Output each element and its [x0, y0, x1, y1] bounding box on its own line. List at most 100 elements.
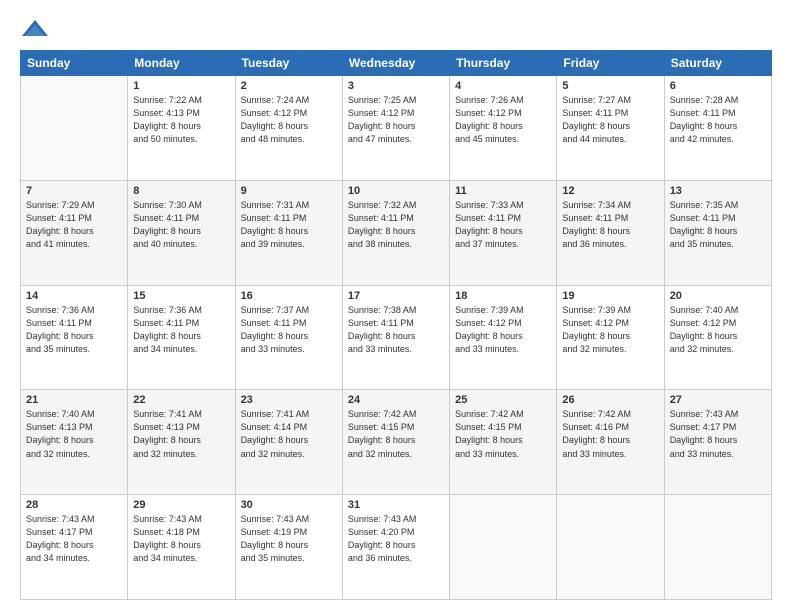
calendar-cell — [664, 495, 771, 600]
day-header-friday: Friday — [557, 51, 664, 76]
header — [20, 18, 772, 40]
cell-info: Sunrise: 7:42 AM Sunset: 4:16 PM Dayligh… — [562, 408, 658, 460]
calendar-cell — [450, 495, 557, 600]
day-number: 27 — [670, 394, 766, 406]
calendar-cell: 15 Sunrise: 7:36 AM Sunset: 4:11 PM Dayli… — [128, 285, 235, 390]
day-number: 22 — [133, 394, 229, 406]
day-number: 24 — [348, 394, 444, 406]
day-number: 14 — [26, 290, 122, 302]
day-header-saturday: Saturday — [664, 51, 771, 76]
calendar-cell: 22 Sunrise: 7:41 AM Sunset: 4:13 PM Dayli… — [128, 390, 235, 495]
day-number: 10 — [348, 185, 444, 197]
day-number: 2 — [241, 80, 337, 92]
day-number: 20 — [670, 290, 766, 302]
calendar-cell: 6 Sunrise: 7:28 AM Sunset: 4:11 PM Daylig… — [664, 76, 771, 181]
cell-info: Sunrise: 7:27 AM Sunset: 4:11 PM Dayligh… — [562, 94, 658, 146]
day-number: 12 — [562, 185, 658, 197]
calendar-cell: 23 Sunrise: 7:41 AM Sunset: 4:14 PM Dayli… — [235, 390, 342, 495]
page: SundayMondayTuesdayWednesdayThursdayFrid… — [0, 0, 792, 612]
calendar-cell: 3 Sunrise: 7:25 AM Sunset: 4:12 PM Daylig… — [342, 76, 449, 181]
calendar-week-5: 28 Sunrise: 7:43 AM Sunset: 4:17 PM Dayli… — [21, 495, 772, 600]
day-number: 8 — [133, 185, 229, 197]
day-number: 13 — [670, 185, 766, 197]
day-header-monday: Monday — [128, 51, 235, 76]
calendar-cell: 18Sunrise: 7:39 AM Sunset: 4:12 PM Dayli… — [450, 285, 557, 390]
day-number: 11 — [455, 185, 551, 197]
day-header-tuesday: Tuesday — [235, 51, 342, 76]
calendar-cell: 30 Sunrise: 7:43 AM Sunset: 4:19 PM Dayli… — [235, 495, 342, 600]
calendar-week-1: 1 Sunrise: 7:22 AM Sunset: 4:13 PM Daylig… — [21, 76, 772, 181]
calendar-cell: 27 Sunrise: 7:43 AM Sunset: 4:17 PM Dayli… — [664, 390, 771, 495]
cell-info: Sunrise: 7:34 AM Sunset: 4:11 PM Dayligh… — [562, 199, 658, 251]
cell-info: Sunrise: 7:25 AM Sunset: 4:12 PM Dayligh… — [348, 94, 444, 146]
logo-icon — [20, 18, 50, 40]
calendar-cell: 16 Sunrise: 7:37 AM Sunset: 4:11 PM Dayli… — [235, 285, 342, 390]
day-number: 23 — [241, 394, 337, 406]
calendar-cell: 14 Sunrise: 7:36 AM Sunset: 4:11 PM Dayli… — [21, 285, 128, 390]
cell-info: Sunrise: 7:42 AM Sunset: 4:15 PM Dayligh… — [348, 408, 444, 460]
cell-info: Sunrise: 7:43 AM Sunset: 4:18 PM Dayligh… — [133, 513, 229, 565]
calendar-cell: 13 Sunrise: 7:35 AM Sunset: 4:11 PM Dayli… — [664, 180, 771, 285]
calendar-cell: 4Sunrise: 7:26 AM Sunset: 4:12 PM Daylig… — [450, 76, 557, 181]
day-number: 25 — [455, 394, 551, 406]
cell-info: Sunrise: 7:31 AM Sunset: 4:11 PM Dayligh… — [241, 199, 337, 251]
cell-info: Sunrise: 7:40 AM Sunset: 4:13 PM Dayligh… — [26, 408, 122, 460]
day-header-sunday: Sunday — [21, 51, 128, 76]
calendar-week-2: 7 Sunrise: 7:29 AM Sunset: 4:11 PM Daylig… — [21, 180, 772, 285]
calendar-cell: 21 Sunrise: 7:40 AM Sunset: 4:13 PM Dayli… — [21, 390, 128, 495]
day-number: 7 — [26, 185, 122, 197]
cell-info: Sunrise: 7:39 AM Sunset: 4:12 PM Dayligh… — [562, 304, 658, 356]
cell-info: Sunrise: 7:36 AM Sunset: 4:11 PM Dayligh… — [133, 304, 229, 356]
cell-info: Sunrise: 7:22 AM Sunset: 4:13 PM Dayligh… — [133, 94, 229, 146]
day-number: 28 — [26, 499, 122, 511]
cell-info: Sunrise: 7:30 AM Sunset: 4:11 PM Dayligh… — [133, 199, 229, 251]
day-number: 29 — [133, 499, 229, 511]
cell-info: Sunrise: 7:36 AM Sunset: 4:11 PM Dayligh… — [26, 304, 122, 356]
cell-info: Sunrise: 7:41 AM Sunset: 4:14 PM Dayligh… — [241, 408, 337, 460]
cell-info: Sunrise: 7:32 AM Sunset: 4:11 PM Dayligh… — [348, 199, 444, 251]
day-number: 30 — [241, 499, 337, 511]
cell-info: Sunrise: 7:28 AM Sunset: 4:11 PM Dayligh… — [670, 94, 766, 146]
cell-info: Sunrise: 7:29 AM Sunset: 4:11 PM Dayligh… — [26, 199, 122, 251]
calendar-cell: 1 Sunrise: 7:22 AM Sunset: 4:13 PM Daylig… — [128, 76, 235, 181]
day-number: 21 — [26, 394, 122, 406]
calendar-cell: 9 Sunrise: 7:31 AM Sunset: 4:11 PM Daylig… — [235, 180, 342, 285]
calendar-week-3: 14 Sunrise: 7:36 AM Sunset: 4:11 PM Dayli… — [21, 285, 772, 390]
day-number: 6 — [670, 80, 766, 92]
day-number: 1 — [133, 80, 229, 92]
day-number: 15 — [133, 290, 229, 302]
cell-info: Sunrise: 7:33 AM Sunset: 4:11 PM Dayligh… — [455, 199, 551, 251]
day-number: 26 — [562, 394, 658, 406]
calendar-cell: 24 Sunrise: 7:42 AM Sunset: 4:15 PM Dayli… — [342, 390, 449, 495]
cell-info: Sunrise: 7:43 AM Sunset: 4:19 PM Dayligh… — [241, 513, 337, 565]
cell-info: Sunrise: 7:38 AM Sunset: 4:11 PM Dayligh… — [348, 304, 444, 356]
calendar-cell: 11 Sunrise: 7:33 AM Sunset: 4:11 PM Dayli… — [450, 180, 557, 285]
day-number: 3 — [348, 80, 444, 92]
calendar-cell: 19 Sunrise: 7:39 AM Sunset: 4:12 PM Dayli… — [557, 285, 664, 390]
day-number: 5 — [562, 80, 658, 92]
day-header-wednesday: Wednesday — [342, 51, 449, 76]
calendar-cell: 29 Sunrise: 7:43 AM Sunset: 4:18 PM Dayli… — [128, 495, 235, 600]
calendar-cell: 25Sunrise: 7:42 AM Sunset: 4:15 PM Dayli… — [450, 390, 557, 495]
cell-info: Sunrise: 7:37 AM Sunset: 4:11 PM Dayligh… — [241, 304, 337, 356]
calendar-cell: 2Sunrise: 7:24 AM Sunset: 4:12 PM Daylig… — [235, 76, 342, 181]
calendar-cell: 5 Sunrise: 7:27 AM Sunset: 4:11 PM Daylig… — [557, 76, 664, 181]
cell-info: Sunrise: 7:35 AM Sunset: 4:11 PM Dayligh… — [670, 199, 766, 251]
day-number: 31 — [348, 499, 444, 511]
calendar-cell — [557, 495, 664, 600]
day-number: 19 — [562, 290, 658, 302]
calendar-cell: 20Sunrise: 7:40 AM Sunset: 4:12 PM Dayli… — [664, 285, 771, 390]
cell-info: Sunrise: 7:41 AM Sunset: 4:13 PM Dayligh… — [133, 408, 229, 460]
day-number: 9 — [241, 185, 337, 197]
calendar-table: SundayMondayTuesdayWednesdayThursdayFrid… — [20, 50, 772, 600]
logo — [20, 18, 54, 40]
cell-info: Sunrise: 7:43 AM Sunset: 4:17 PM Dayligh… — [26, 513, 122, 565]
calendar-body: 1 Sunrise: 7:22 AM Sunset: 4:13 PM Daylig… — [21, 76, 772, 600]
day-number: 16 — [241, 290, 337, 302]
calendar-cell: 17Sunrise: 7:38 AM Sunset: 4:11 PM Dayli… — [342, 285, 449, 390]
cell-info: Sunrise: 7:26 AM Sunset: 4:12 PM Dayligh… — [455, 94, 551, 146]
cell-info: Sunrise: 7:43 AM Sunset: 4:17 PM Dayligh… — [670, 408, 766, 460]
calendar-header-row: SundayMondayTuesdayWednesdayThursdayFrid… — [21, 51, 772, 76]
calendar-cell: 28 Sunrise: 7:43 AM Sunset: 4:17 PM Dayli… — [21, 495, 128, 600]
day-number: 18 — [455, 290, 551, 302]
